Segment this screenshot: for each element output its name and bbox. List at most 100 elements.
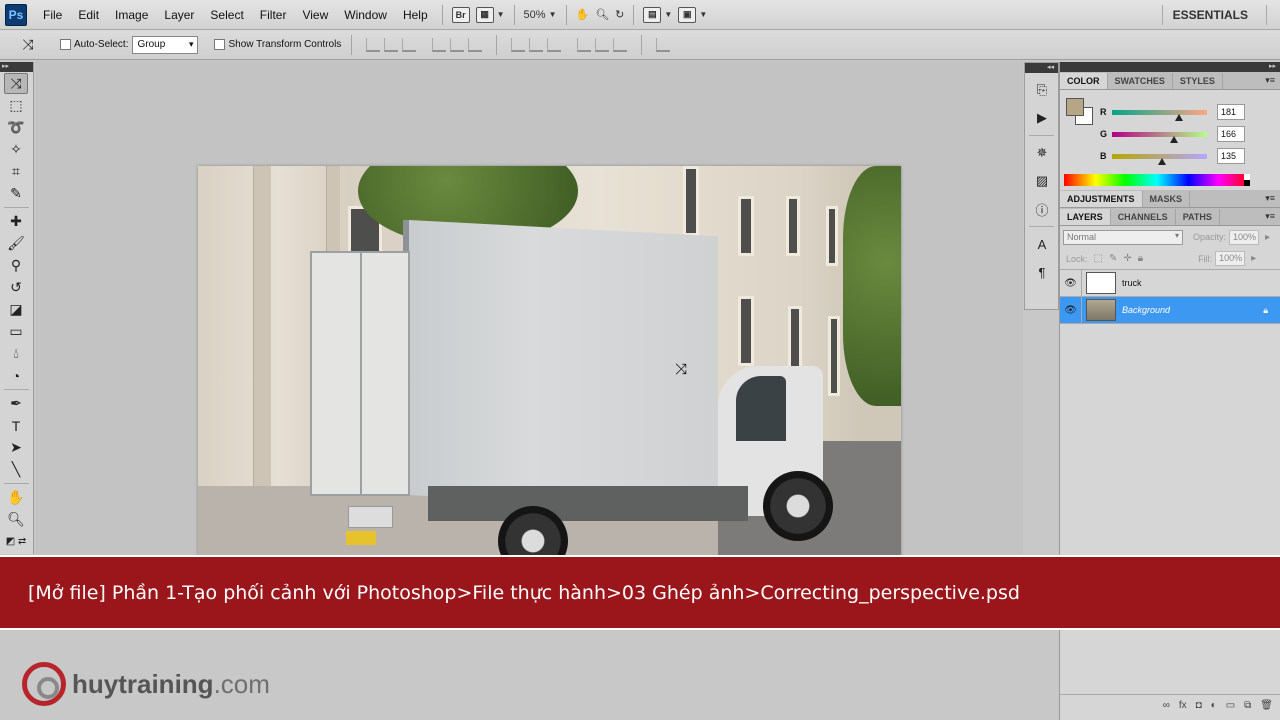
blur-tool-icon[interactable]: 💧︎ xyxy=(4,343,28,364)
view-extras-button[interactable]: ▦ ▼ xyxy=(475,5,505,25)
lock-position-icon[interactable]: ✛ xyxy=(1123,253,1131,264)
distribute-hcenter-icon[interactable] xyxy=(595,37,610,52)
red-slider-thumb[interactable] xyxy=(1175,113,1184,121)
panel-menu-icon[interactable]: ▾≡ xyxy=(1265,75,1275,86)
character-panel-icon[interactable]: A xyxy=(1031,233,1053,255)
lock-all-icon[interactable]: 🔒︎ xyxy=(1138,253,1143,264)
distribute-left-icon[interactable] xyxy=(577,37,592,52)
menu-window[interactable]: Window xyxy=(336,1,395,29)
new-layer-icon[interactable]: ⧉ xyxy=(1244,700,1251,711)
gradient-tool-icon[interactable]: ▭ xyxy=(4,321,28,342)
distribute-right-icon[interactable] xyxy=(613,37,628,52)
tab-channels[interactable]: CHANNELS xyxy=(1111,209,1176,225)
show-transform-checkbox[interactable] xyxy=(214,39,226,50)
pen-tool-icon[interactable]: ✒ xyxy=(4,393,28,414)
green-slider[interactable] xyxy=(1112,131,1207,143)
healing-brush-tool-icon[interactable]: ✚ xyxy=(4,211,28,232)
path-selection-tool-icon[interactable]: ➤ xyxy=(4,437,28,458)
blend-mode-dropdown[interactable]: Normal xyxy=(1063,229,1183,245)
eye-icon[interactable]: 👁︎ xyxy=(1060,269,1082,297)
green-slider-thumb[interactable] xyxy=(1169,135,1178,143)
chevron-right-icon[interactable]: ▸ xyxy=(1265,232,1270,243)
tab-color[interactable]: COLOR xyxy=(1060,73,1108,89)
histogram-panel-icon[interactable]: ▨ xyxy=(1031,170,1053,192)
screen-mode-button[interactable]: ▣ ▼ xyxy=(678,5,707,25)
opacity-input[interactable]: 100% xyxy=(1229,229,1260,245)
layer-row-truck[interactable]: 👁︎ truck xyxy=(1060,269,1280,297)
trash-icon[interactable]: 🗑︎ xyxy=(1260,700,1273,711)
line-tool-icon[interactable]: ╲ xyxy=(4,459,28,480)
eraser-tool-icon[interactable]: ◪ xyxy=(4,299,28,320)
tab-masks[interactable]: MASKS xyxy=(1143,191,1191,207)
eyedropper-tool-icon[interactable]: ✎ xyxy=(4,183,28,204)
align-left-icon[interactable] xyxy=(432,37,447,52)
chevron-right-icon[interactable]: ▸ xyxy=(1251,253,1256,264)
auto-select-checkbox[interactable] xyxy=(60,39,71,50)
canvas-area[interactable] xyxy=(35,61,1023,556)
blue-slider-thumb[interactable] xyxy=(1158,157,1167,165)
align-top-icon[interactable] xyxy=(366,37,381,52)
menu-layer[interactable]: Layer xyxy=(156,1,202,29)
menu-filter[interactable]: Filter xyxy=(252,1,295,29)
new-group-icon[interactable]: ▭ xyxy=(1226,700,1235,711)
red-slider[interactable] xyxy=(1112,109,1207,121)
magic-wand-tool-icon[interactable]: ✧ xyxy=(4,139,28,160)
tab-adjustments[interactable]: ADJUSTMENTS xyxy=(1060,191,1143,207)
auto-align-icon[interactable] xyxy=(656,37,671,52)
info-panel-icon[interactable]: ⓘ xyxy=(1031,198,1053,220)
bridge-button[interactable]: Br xyxy=(451,5,470,25)
color-spectrum-ramp[interactable] xyxy=(1064,174,1250,186)
navigator-panel-icon[interactable]: ✵ xyxy=(1031,142,1053,164)
lock-transparency-icon[interactable]: ⬚ xyxy=(1094,253,1103,264)
actions-panel-icon[interactable]: ▶ xyxy=(1031,107,1053,129)
align-bottom-icon[interactable] xyxy=(402,37,417,52)
rotate-view-button[interactable]: ↻ xyxy=(615,5,624,25)
blue-value-input[interactable]: 135 xyxy=(1217,148,1245,164)
zoom-tool-button[interactable]: 🔍︎ xyxy=(595,5,609,25)
panel-menu-icon[interactable]: ▾≡ xyxy=(1265,193,1275,204)
hand-tool-button[interactable]: ✋ xyxy=(576,5,590,25)
move-tool-icon[interactable]: ⤨ xyxy=(4,73,28,94)
red-value-input[interactable]: 181 xyxy=(1217,104,1245,120)
arrange-documents-button[interactable]: ▤ ▼ xyxy=(643,5,672,25)
menu-file[interactable]: File xyxy=(35,1,70,29)
lock-pixels-icon[interactable]: ✎ xyxy=(1109,253,1117,264)
tab-swatches[interactable]: SWATCHES xyxy=(1108,73,1173,89)
tab-styles[interactable]: STYLES xyxy=(1173,73,1223,89)
dock-collapse-icon[interactable]: ◂◂ xyxy=(1025,63,1058,73)
auto-select-dropdown[interactable]: Group xyxy=(132,35,199,54)
link-layers-icon[interactable]: ∞ xyxy=(1163,700,1170,711)
distribute-vcenter-icon[interactable] xyxy=(529,37,544,52)
align-vcenter-icon[interactable] xyxy=(384,37,399,52)
workspace-switcher[interactable]: ESSENTIALS xyxy=(1161,0,1280,30)
tab-paths[interactable]: PATHS xyxy=(1176,209,1220,225)
add-mask-icon[interactable]: ◘ xyxy=(1196,700,1202,711)
zoom-level-dropdown[interactable]: 50% ▼ xyxy=(524,5,557,25)
align-right-icon[interactable] xyxy=(468,37,483,52)
foreground-color-swatch[interactable] xyxy=(1066,98,1084,116)
hand-tool-icon[interactable]: ✋ xyxy=(4,487,28,508)
type-tool-icon[interactable]: T xyxy=(4,415,28,436)
layer-row-background[interactable]: 👁︎ Background 🔒︎ xyxy=(1060,296,1280,324)
menu-image[interactable]: Image xyxy=(107,1,156,29)
distribute-bottom-icon[interactable] xyxy=(547,37,562,52)
menu-help[interactable]: Help xyxy=(395,1,436,29)
swap-colors-icon[interactable]: ◩ ⇄ xyxy=(4,531,28,552)
marquee-tool-icon[interactable]: ⬚ xyxy=(4,95,28,116)
tab-layers[interactable]: LAYERS xyxy=(1060,209,1111,225)
menu-select[interactable]: Select xyxy=(202,1,251,29)
layer-style-icon[interactable]: fx xyxy=(1179,700,1187,711)
crop-tool-icon[interactable]: ⌗ xyxy=(4,161,28,182)
history-panel-icon[interactable]: ⎘ xyxy=(1031,79,1053,101)
align-hcenter-icon[interactable] xyxy=(450,37,465,52)
zoom-tool-icon[interactable]: 🔍︎ xyxy=(4,509,28,530)
green-value-input[interactable]: 166 xyxy=(1217,126,1245,142)
toolbox-collapse-icon[interactable]: ▸▸ xyxy=(0,62,33,72)
adjustment-layer-icon[interactable]: ◐ xyxy=(1211,700,1217,711)
paragraph-panel-icon[interactable]: ¶ xyxy=(1031,261,1053,283)
clone-stamp-tool-icon[interactable]: ⚲ xyxy=(4,255,28,276)
document-canvas[interactable] xyxy=(198,166,901,556)
lasso-tool-icon[interactable]: ➰ xyxy=(4,117,28,138)
panels-collapse-icon[interactable]: ▸▸ xyxy=(1060,62,1280,72)
history-brush-tool-icon[interactable]: ↺ xyxy=(4,277,28,298)
